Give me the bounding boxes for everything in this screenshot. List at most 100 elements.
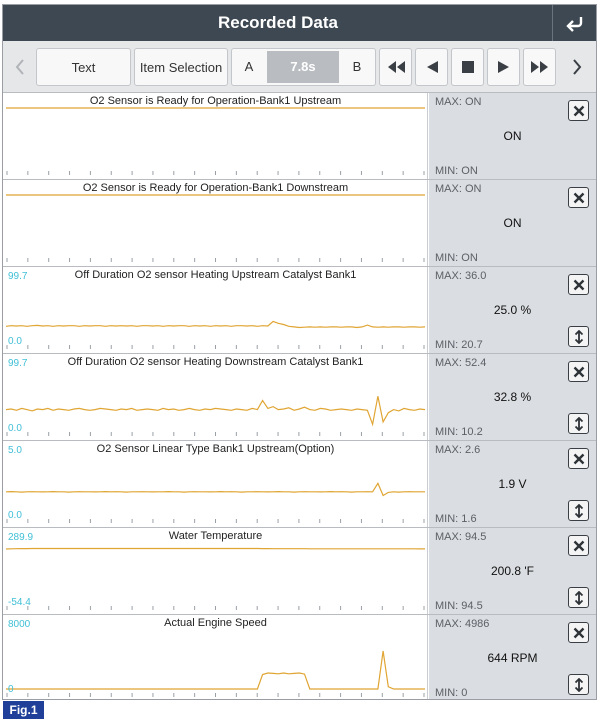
max-value: MAX: 94.5	[435, 531, 487, 543]
prev-page-button[interactable]	[7, 49, 33, 85]
trace-graph[interactable]: Actual Engine Speed 8000 0	[3, 615, 428, 699]
toolbar: Text Item Selection A 7.8s B	[3, 41, 596, 93]
data-item-row: Off Duration O2 sensor Heating Upstream …	[3, 267, 596, 354]
page-title: Recorded Data	[218, 13, 338, 32]
marker-b-button[interactable]: B	[340, 49, 374, 85]
current-value: 200.8 'F	[491, 564, 534, 578]
value-panel: MAX: ON ON MIN: ON	[429, 180, 596, 266]
scale-max-label: 99.7	[8, 358, 28, 369]
current-value: 1.9 V	[498, 477, 527, 491]
remove-item-button[interactable]	[568, 274, 589, 295]
trace-graph[interactable]: Water Temperature 289.9 -54.4	[3, 528, 428, 614]
chevron-right-icon	[573, 59, 582, 75]
current-value: 32.8 %	[493, 390, 532, 404]
trace-graph[interactable]: Off Duration O2 sensor Heating Upstream …	[3, 267, 428, 353]
trace-graph[interactable]: Off Duration O2 sensor Heating Downstrea…	[3, 354, 428, 440]
trace-line	[5, 396, 426, 427]
header-bar: Recorded Data	[3, 5, 596, 41]
time-display: 7.8s	[267, 51, 339, 83]
max-value: MAX: 4986	[435, 618, 490, 630]
scale-adjust-button[interactable]	[568, 413, 589, 434]
scale-max-label: 289.9	[8, 532, 34, 543]
item-title: Off Duration O2 sensor Heating Upstream …	[74, 269, 357, 281]
max-value: MAX: 36.0	[435, 270, 487, 282]
scale-min-label: 0.0	[8, 510, 22, 521]
vertical-resize-icon	[574, 503, 583, 518]
scale-adjust-button[interactable]	[568, 674, 589, 695]
min-value: MIN: ON	[435, 252, 478, 264]
max-value: MAX: 2.6	[435, 444, 481, 456]
text-view-button[interactable]: Text	[36, 48, 131, 86]
trace-graph[interactable]: O2 Sensor is Ready for Operation-Bank1 U…	[3, 93, 428, 179]
max-value: MAX: 52.4	[435, 357, 487, 369]
item-title: Actual Engine Speed	[164, 617, 267, 629]
ab-marker-control: A 7.8s B	[231, 48, 376, 86]
data-item-row: O2 Sensor is Ready for Operation-Bank1 D…	[3, 180, 596, 267]
data-item-row: Water Temperature 289.9 -54.4 MAX: 94.5 200.…	[3, 528, 596, 615]
scale-min-label: 0.0	[8, 336, 22, 347]
back-button[interactable]	[552, 5, 596, 41]
current-value: ON	[503, 216, 522, 230]
fast-rewind-button[interactable]	[379, 48, 412, 86]
trace-line	[5, 482, 425, 497]
remove-item-button[interactable]	[568, 448, 589, 469]
scale-adjust-button[interactable]	[568, 326, 589, 347]
scale-min-label: -54.4	[8, 597, 31, 608]
play-icon	[497, 61, 509, 73]
fast-forward-button[interactable]	[523, 48, 556, 86]
item-selection-button[interactable]: Item Selection	[134, 48, 228, 86]
current-value: ON	[503, 129, 522, 143]
step-back-button[interactable]	[415, 48, 448, 86]
stop-icon	[461, 61, 474, 73]
close-icon	[573, 192, 584, 203]
data-item-row: Off Duration O2 sensor Heating Downstrea…	[3, 354, 596, 441]
close-icon	[573, 279, 584, 290]
min-value: MIN: 10.2	[435, 426, 483, 438]
vertical-resize-icon	[574, 329, 583, 344]
item-title: O2 Sensor is Ready for Operation-Bank1 U…	[89, 95, 342, 107]
value-panel: MAX: 2.6 1.9 V MIN: 1.6	[429, 441, 596, 527]
stop-button[interactable]	[451, 48, 484, 86]
remove-item-button[interactable]	[568, 361, 589, 382]
close-icon	[573, 540, 584, 551]
current-value: 25.0 %	[493, 303, 532, 317]
recorded-data-window: Recorded Data Text Item Selection A 7.8s…	[2, 4, 597, 700]
scale-adjust-button[interactable]	[568, 500, 589, 521]
max-value: MAX: ON	[435, 96, 482, 108]
min-value: MIN: 94.5	[435, 600, 483, 612]
max-value: MAX: ON	[435, 183, 482, 195]
data-item-row: O2 Sensor Linear Type Bank1 Upstream(Opt…	[3, 441, 596, 528]
chevron-left-icon	[15, 59, 24, 75]
scale-max-label: 5.0	[8, 445, 22, 456]
remove-item-button[interactable]	[568, 100, 589, 121]
play-button[interactable]	[487, 48, 520, 86]
scale-min-label: 0.0	[8, 423, 22, 434]
scale-max-label: 8000	[8, 619, 31, 630]
trace-line	[6, 650, 425, 690]
current-value: 644 RPM	[487, 651, 538, 665]
scale-adjust-button[interactable]	[568, 587, 589, 608]
next-page-button[interactable]	[564, 49, 590, 85]
data-item-row: Actual Engine Speed 8000 0 MAX: 4986 644 RPM…	[3, 615, 596, 699]
value-panel: MAX: ON ON MIN: ON	[429, 93, 596, 179]
remove-item-button[interactable]	[568, 535, 589, 556]
min-value: MIN: 0	[435, 687, 468, 699]
item-title: O2 Sensor Linear Type Bank1 Upstream(Opt…	[96, 443, 335, 455]
vertical-resize-icon	[574, 416, 583, 431]
trace-graph[interactable]: O2 Sensor is Ready for Operation-Bank1 D…	[3, 180, 428, 266]
value-panel: MAX: 36.0 25.0 % MIN: 20.7	[429, 267, 596, 353]
vertical-resize-icon	[574, 590, 583, 605]
step-back-icon	[426, 61, 438, 73]
remove-item-button[interactable]	[568, 187, 589, 208]
trace-graph[interactable]: O2 Sensor Linear Type Bank1 Upstream(Opt…	[3, 441, 428, 527]
remove-item-button[interactable]	[568, 622, 589, 643]
item-title: Off Duration O2 sensor Heating Downstrea…	[67, 356, 364, 368]
fast-forward-icon	[530, 61, 548, 73]
scale-max-label: 99.7	[8, 271, 28, 282]
item-title: O2 Sensor is Ready for Operation-Bank1 D…	[82, 182, 349, 194]
trace-line	[5, 320, 426, 329]
value-panel: MAX: 94.5 200.8 'F MIN: 94.5	[429, 528, 596, 614]
marker-a-button[interactable]: A	[232, 49, 266, 85]
value-panel: MAX: 52.4 32.8 % MIN: 10.2	[429, 354, 596, 440]
figure-label: Fig.1	[3, 701, 44, 719]
